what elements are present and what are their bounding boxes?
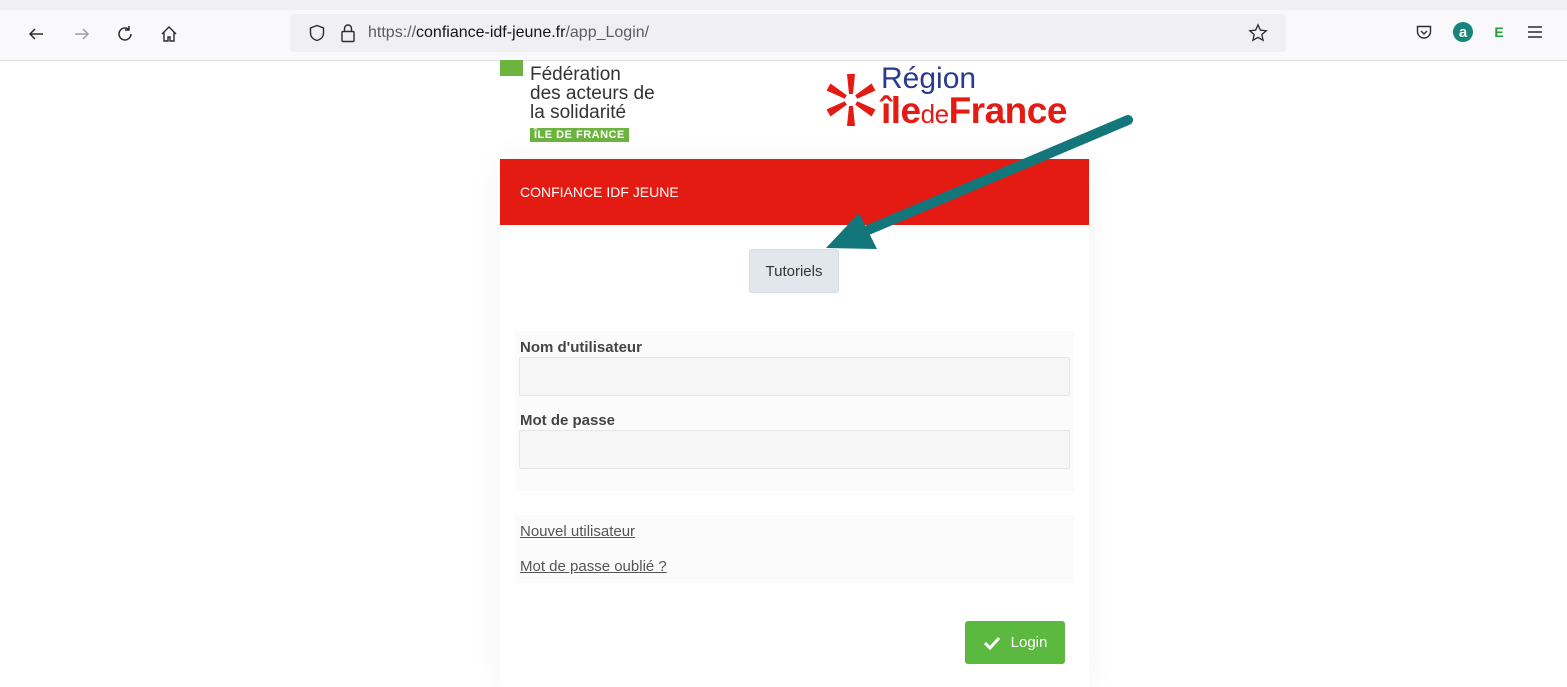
page-title: CONFIANCE IDF JEUNE [520,184,679,200]
tutoriels-button[interactable]: Tutoriels [749,249,839,293]
forgot-password-link[interactable]: Mot de passe oublié ? [520,558,667,575]
browser-toolbar: https://confiance-idf-jeune.fr/app_Login… [0,0,1567,61]
region-idf-logo: Région îledeFrance [823,60,1093,135]
bookmark-star-icon[interactable] [1248,23,1268,43]
tab-strip [0,0,1567,10]
federation-logo-text: Fédération des acteurs de la solidarité [530,65,655,122]
forward-icon[interactable] [68,20,96,48]
password-label: Mot de passe [520,412,616,429]
login-button[interactable]: Login [965,621,1065,664]
federation-line-3: la solidarité [530,102,627,123]
pocket-icon[interactable] [1414,22,1434,42]
federation-logo: Fédération des acteurs de la solidarité … [500,60,680,146]
reload-icon[interactable] [111,20,139,48]
address-bar[interactable]: https://confiance-idf-jeune.fr/app_Login… [290,14,1286,52]
lock-icon[interactable] [340,23,356,43]
federation-logo-mark [500,60,523,76]
new-user-link[interactable]: Nouvel utilisateur [520,523,635,540]
extension-a-icon[interactable]: a [1453,22,1473,42]
tracking-protection-shield-icon[interactable] [308,24,326,42]
url-text[interactable]: https://confiance-idf-jeune.fr/app_Login… [368,24,649,42]
region-star-icon [826,74,876,126]
login-card: CONFIANCE IDF JEUNE Tutoriels Nom d'util… [500,159,1089,687]
account-links: Nouvel utilisateur Mot de passe oublié ? [515,515,1074,583]
federation-line-1: Fédération [530,64,621,85]
check-icon [983,636,1000,650]
card-header: CONFIANCE IDF JEUNE [500,159,1089,225]
password-field[interactable] [519,430,1070,469]
region-name: îledeFrance [881,90,1067,131]
login-form: Nom d'utilisateur Mot de passe [515,331,1074,491]
home-icon[interactable] [155,20,183,48]
username-label: Nom d'utilisateur [520,339,642,356]
menu-icon[interactable] [1525,22,1545,42]
login-button-label: Login [1010,634,1048,651]
federation-line-2: des acteurs de [530,83,655,104]
username-field[interactable] [519,357,1070,396]
federation-badge: ÎLE DE FRANCE [530,128,629,142]
extension-e-icon[interactable]: E [1489,22,1509,42]
back-icon[interactable] [22,20,50,48]
